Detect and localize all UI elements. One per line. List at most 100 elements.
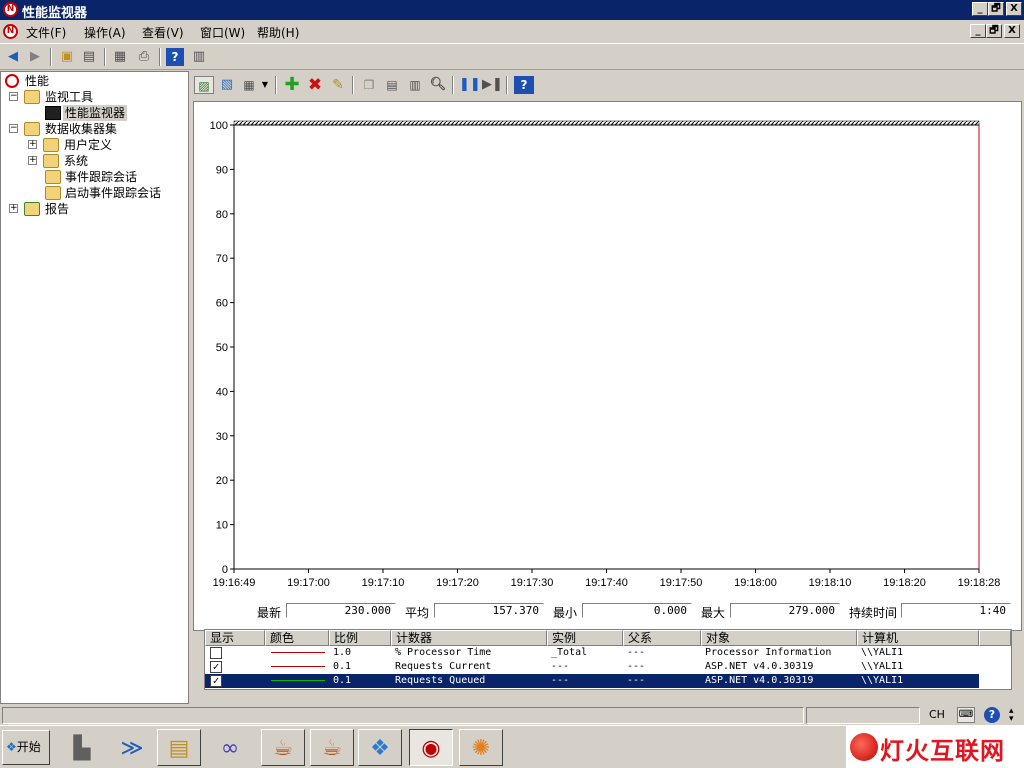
navigation-tree: 性能 − 监视工具 性能监视器 − 数据收集器集 + 用户定义 + 系统 事件跟… (0, 71, 189, 704)
counter-row-selected[interactable]: ✓ 0.1 Requests Queued --- --- ASP.NET v4… (205, 674, 979, 688)
tree-item-user-defined[interactable]: + 用户定义 (28, 137, 188, 153)
menu-window[interactable]: 窗口(W) (200, 24, 245, 41)
doc-restore-button[interactable]: 🗗 (986, 24, 1002, 38)
tree-label: 报告 (45, 202, 70, 216)
highlight-icon[interactable]: ✎ (328, 76, 348, 94)
document-icon[interactable]: N (3, 24, 18, 39)
expand-icon[interactable]: + (28, 140, 37, 149)
view-graph-icon[interactable]: ▨ (194, 76, 214, 94)
back-icon[interactable]: ◀ (4, 48, 22, 66)
col-header-show[interactable]: 显示 (205, 630, 265, 646)
col-header-scale[interactable]: 比例 (329, 630, 391, 646)
change-graph-type-icon[interactable]: ▦ (239, 76, 259, 94)
menu-action[interactable]: 操作(A) (84, 24, 126, 41)
counter-row[interactable]: ✓ 0.1 Requests Current --- --- ASP.NET v… (205, 660, 979, 674)
menu-file[interactable]: 文件(F) (26, 24, 66, 41)
properties-icon[interactable]: ▥ (190, 48, 208, 66)
print-icon[interactable]: ⎙ (135, 48, 153, 66)
menu-view[interactable]: 查看(V) (142, 24, 184, 41)
counter-instance: --- (551, 675, 570, 686)
show-checkbox[interactable] (210, 647, 222, 659)
start-button[interactable]: ❖开始 (2, 730, 50, 765)
performance-graph: 0 10 20 30 40 50 60 70 80 90 100 19:16:49 19:17:00 1… (193, 101, 1022, 631)
y-tick-label: 80 (216, 209, 228, 221)
freeze-display-icon[interactable]: ❚❚ (459, 76, 481, 94)
windows-logo-icon: ❖ (6, 740, 17, 754)
java-icon-2[interactable]: ☕ (310, 729, 354, 766)
server-manager-icon[interactable]: ▙ (60, 729, 104, 766)
counter-name: Requests Current (395, 661, 492, 672)
show-checkbox[interactable]: ✓ (210, 675, 222, 687)
col-header-counter[interactable]: 计数器 (391, 630, 547, 646)
tree-label: 数据收集器集 (45, 122, 118, 136)
explorer-icon[interactable]: ▤ (157, 729, 201, 766)
performance-monitor-task-icon[interactable]: ◉ (409, 729, 453, 766)
powershell-icon[interactable]: ≫ (110, 729, 154, 766)
ime-help-icon[interactable]: ? (984, 707, 1000, 723)
x-tick-label: 19:17:10 (362, 577, 405, 589)
visual-studio-icon[interactable]: ∞ (208, 729, 252, 766)
forward-icon[interactable]: ▶ (26, 48, 44, 66)
add-counter-icon[interactable]: ✚ (282, 76, 302, 94)
x-tick-label: 19:17:20 (436, 577, 479, 589)
export-list-icon[interactable]: ▦ (111, 48, 129, 66)
tree-label: 系统 (64, 154, 89, 168)
ime-options-icon[interactable]: ▴ ▾ (1009, 707, 1014, 724)
counter-parent: --- (627, 675, 646, 686)
collapse-icon[interactable]: − (9, 92, 18, 101)
copy-properties-icon[interactable]: ❐ (359, 76, 379, 94)
tree-item-data-collector-sets[interactable]: − 数据收集器集 (9, 121, 189, 137)
counter-scale: 0.1 (333, 675, 352, 686)
x-tick-label: 19:17:50 (660, 577, 703, 589)
folder-icon (45, 186, 61, 200)
show-hide-tree-icon[interactable]: ▤ (80, 48, 98, 66)
java-icon[interactable]: ☕ (261, 729, 305, 766)
menu-help[interactable]: 帮助(H) (257, 24, 299, 41)
help-icon[interactable]: ? (166, 48, 184, 66)
col-header-object[interactable]: 对象 (701, 630, 857, 646)
col-header-color[interactable]: 颜色 (265, 630, 329, 646)
zoom-icon[interactable]: 🔍︎ (428, 76, 448, 94)
tree-item-monitor-tools[interactable]: − 监视工具 (9, 89, 189, 105)
counter-name: Requests Queued (395, 675, 486, 686)
view-current-activity-icon[interactable]: ▧ (217, 76, 237, 94)
expand-icon[interactable]: + (28, 156, 37, 165)
status-pane-main (2, 707, 804, 724)
up-folder-icon[interactable]: ▣ (58, 48, 76, 66)
doc-close-button[interactable]: X (1004, 24, 1020, 38)
restore-button[interactable]: 🗗 (988, 2, 1004, 16)
col-header-instance[interactable]: 实例 (547, 630, 623, 646)
keyboard-icon[interactable]: ⌨ (957, 707, 975, 723)
tree-item-startup-event-trace-sessions[interactable]: 启动事件跟踪会话 (45, 185, 189, 201)
tree-item-system[interactable]: + 系统 (28, 153, 188, 169)
input-language-indicator[interactable]: CH (929, 708, 945, 721)
y-tick-label: 60 (216, 298, 228, 310)
duration-label: 持续时间 (849, 606, 898, 620)
windows-update-icon[interactable]: ❖ (358, 729, 402, 766)
doc-minimize-button[interactable]: _ (970, 24, 986, 38)
tree-item-reports[interactable]: + 报告 (9, 201, 189, 217)
minimize-button[interactable]: _ (972, 2, 988, 16)
counter-list: 显示 颜色 比例 计数器 实例 父系 对象 计算机 1.0 % Processo… (204, 629, 1012, 690)
watermark-logo: 灯火互联网 (846, 725, 1024, 768)
expand-icon[interactable]: + (9, 204, 18, 213)
graph-type-dropdown-icon[interactable]: ▼ (259, 76, 271, 94)
paint-icon[interactable]: ✺ (459, 729, 503, 766)
counter-computer: \\YALI1 (861, 675, 904, 686)
x-tick-label: 19:18:10 (809, 577, 852, 589)
help-icon[interactable]: ? (514, 76, 534, 94)
counter-row[interactable]: 1.0 % Processor Time _Total --- Processo… (205, 646, 979, 660)
collapse-icon[interactable]: − (9, 124, 18, 133)
tree-item-performance-monitor[interactable]: 性能监视器 (45, 105, 185, 121)
tree-item-event-trace-sessions[interactable]: 事件跟踪会话 (45, 169, 189, 185)
col-header-computer[interactable]: 计算机 (857, 630, 979, 646)
delete-counter-icon[interactable]: ✖ (305, 76, 325, 94)
col-header-parent[interactable]: 父系 (623, 630, 701, 646)
update-data-icon[interactable]: ▶❚ (482, 76, 503, 94)
paste-counter-list-icon[interactable]: ▤ (382, 76, 402, 94)
show-checkbox[interactable]: ✓ (210, 661, 222, 673)
tree-label: 启动事件跟踪会话 (65, 186, 162, 200)
properties-icon[interactable]: ▥ (405, 76, 425, 94)
close-button[interactable]: X (1006, 2, 1022, 16)
title-bar: N 性能监视器 _ 🗗 X (0, 0, 1024, 21)
